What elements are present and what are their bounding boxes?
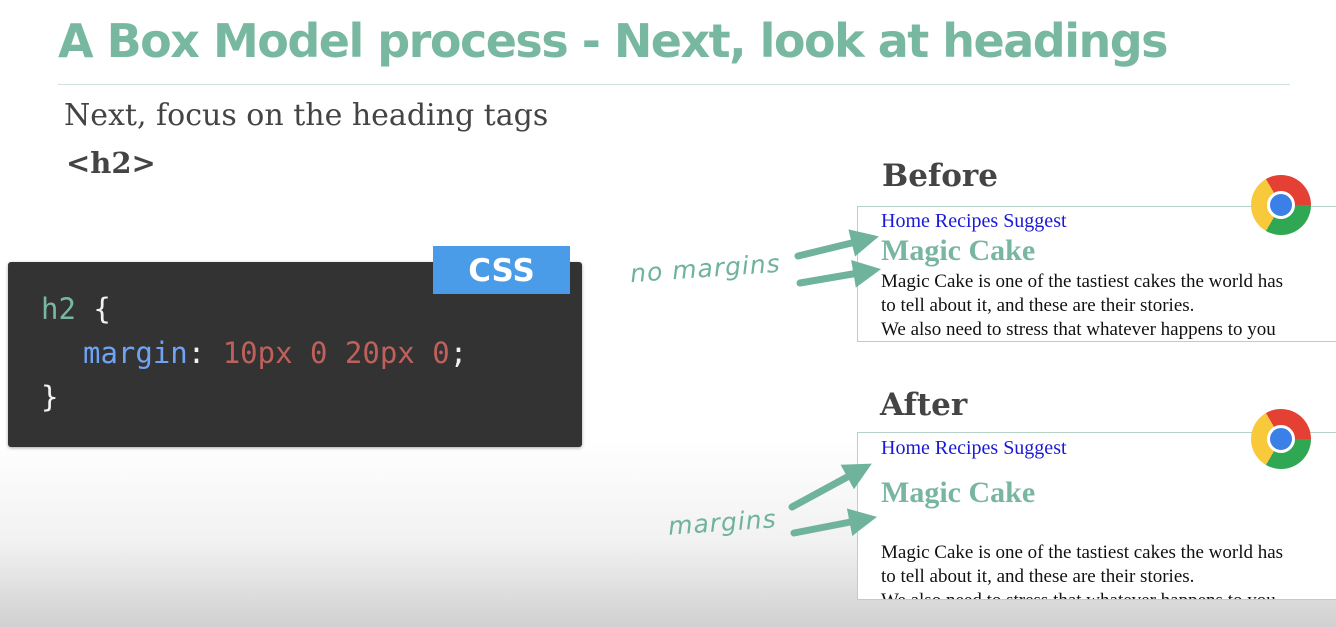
arrow-icon bbox=[794, 229, 879, 260]
arrow-icon bbox=[788, 463, 872, 511]
annotation-arrows bbox=[788, 229, 882, 537]
arrow-icon bbox=[796, 260, 882, 288]
arrow-icon bbox=[790, 508, 877, 537]
